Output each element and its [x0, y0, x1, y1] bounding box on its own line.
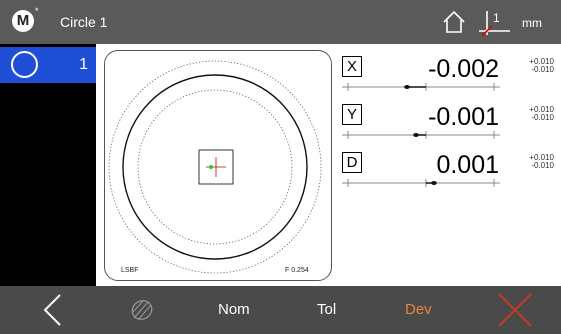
app-logo[interactable]: M: [12, 10, 34, 32]
feature-list: 1: [0, 44, 96, 286]
feature-number: 1: [79, 56, 88, 73]
result-row-x[interactable]: X -0.002 +0.010 -0.010: [340, 55, 555, 100]
method-label: LSBF: [121, 267, 139, 274]
result-row-d[interactable]: D 0.001 +0.010 -0.010: [340, 151, 555, 196]
deviation-gauge-d: [342, 179, 500, 187]
probe-icon[interactable]: [128, 296, 156, 324]
form-value-label: F 0.254: [285, 267, 309, 274]
nom-button[interactable]: Nom: [218, 301, 250, 318]
page-title: Circle 1: [60, 14, 108, 30]
logo-mark: *: [35, 6, 39, 16]
circle-graphic: [108, 60, 322, 274]
deviation-gauge-y: [342, 131, 500, 139]
bottom-toolbar: Nom Tol Dev: [0, 286, 561, 334]
unit-label[interactable]: mm: [522, 16, 542, 30]
close-icon[interactable]: [495, 290, 535, 330]
coordinate-system-number: 1: [493, 11, 500, 25]
chevron-left-icon[interactable]: [38, 292, 68, 328]
dev-button[interactable]: Dev: [405, 301, 432, 318]
feature-item-circle-1[interactable]: 1: [0, 47, 96, 83]
top-bar: M * Circle 1 1 mm: [0, 0, 561, 44]
graphic-view[interactable]: LSBF F 0.254: [104, 50, 332, 281]
center-point: [209, 165, 213, 169]
circle-icon: [11, 51, 38, 78]
tol-button[interactable]: Tol: [317, 301, 336, 318]
deviation-gauge-x: [342, 83, 500, 91]
result-row-y[interactable]: Y -0.001 +0.010 -0.010: [340, 103, 555, 148]
home-icon[interactable]: [441, 9, 467, 35]
